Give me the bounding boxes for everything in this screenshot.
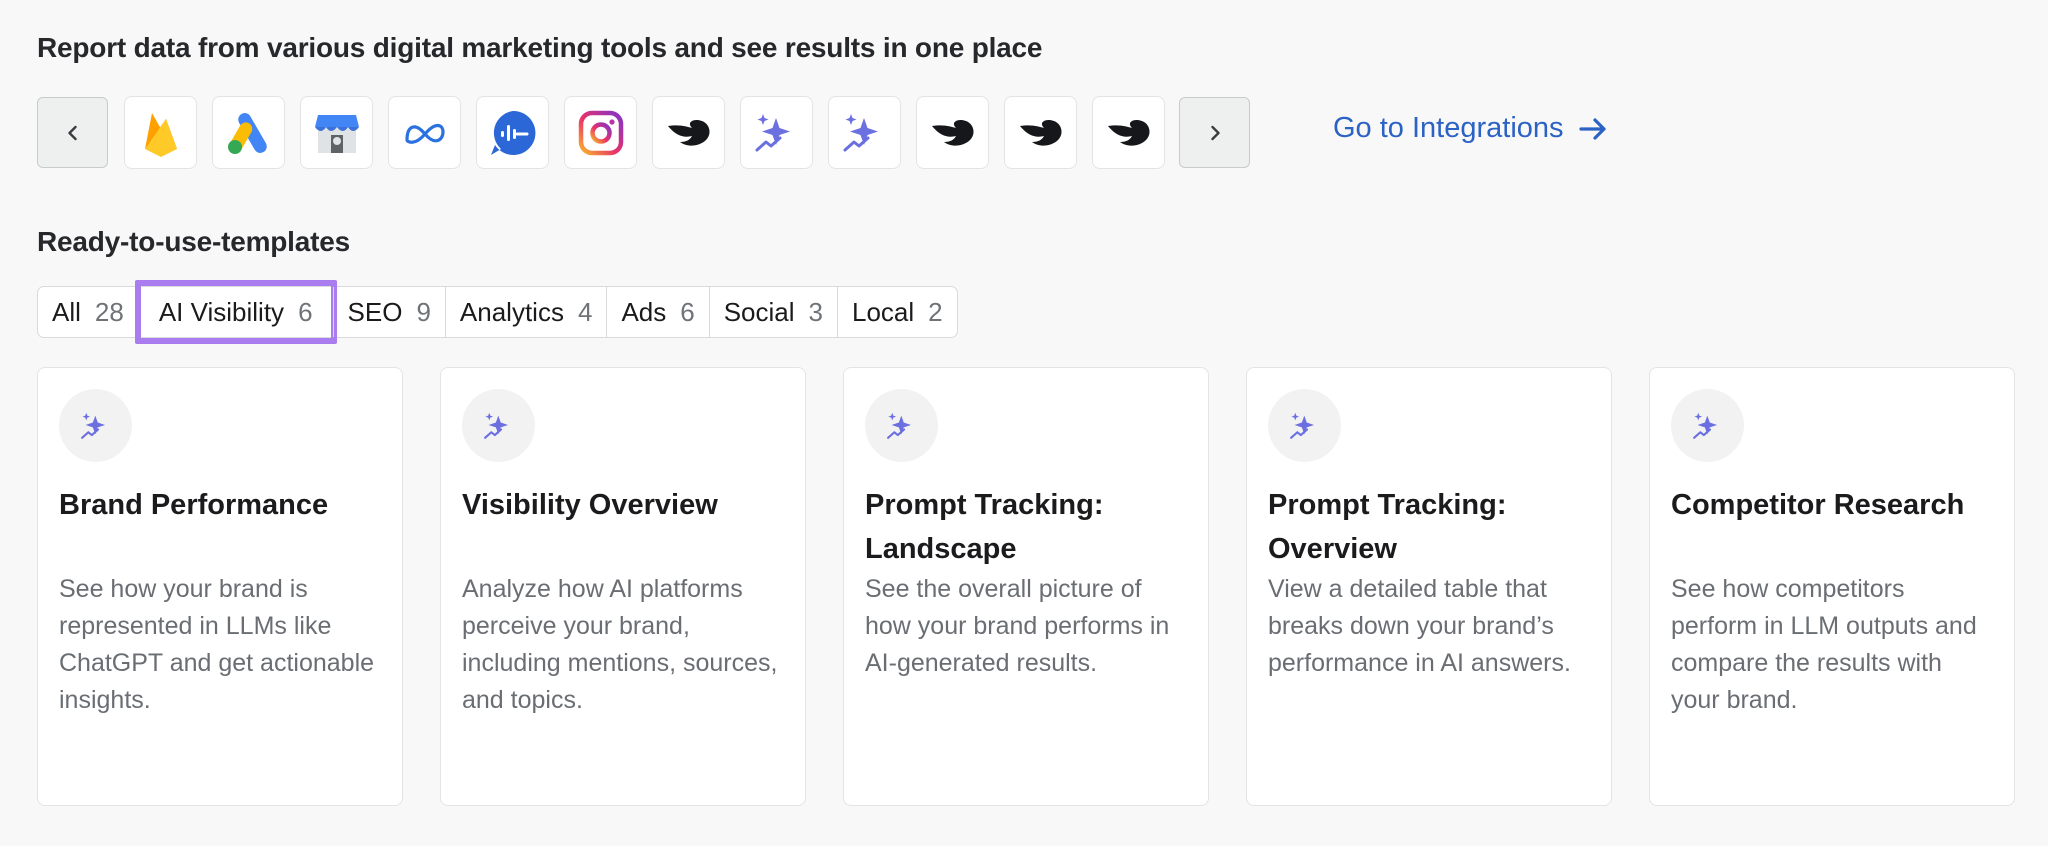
integration-tile-semrush[interactable] (1092, 96, 1165, 169)
template-card[interactable]: Brand Performance See how your brand is … (37, 367, 403, 806)
card-description: See how competitors perform in LLM outpu… (1671, 575, 1977, 714)
semrush-icon (667, 119, 709, 146)
firebase-icon (144, 112, 177, 157)
filter-tab-label: Ads (621, 296, 667, 327)
card-title: Prompt Tracking: Overview (1268, 489, 1507, 565)
semrush-icon (931, 119, 973, 146)
filter-tab-count: 4 (577, 296, 593, 327)
templates-heading: Ready-to-use-templates (37, 226, 351, 257)
sparkle-icon (483, 412, 508, 439)
sparkle-icon (843, 113, 878, 151)
card-description: View a detailed table that breaks down y… (1268, 575, 1571, 677)
card-title: Visibility Overview (462, 489, 718, 521)
card-description: See the overall picture of how your bran… (865, 575, 1170, 677)
integration-tile-meta[interactable] (388, 96, 461, 169)
integrations-heading: Report data from various digital marketi… (37, 32, 1043, 63)
filter-tab-count: 2 (928, 296, 943, 327)
filter-tab-seo[interactable]: SEO 9 (332, 287, 445, 337)
integration-tile-google-business[interactable] (300, 96, 373, 169)
filter-tab-label: Social (723, 296, 795, 327)
card-title: Competitor Research (1671, 489, 1965, 521)
integration-tile-firebase[interactable] (124, 96, 197, 169)
filter-tab-label: All (52, 296, 81, 327)
go-to-integrations-link[interactable]: Go to Integrations (1333, 112, 1608, 145)
integration-tile-sparkle[interactable] (740, 96, 813, 169)
chevron-right-icon (1210, 125, 1220, 140)
filter-tab-count: 6 (680, 296, 695, 327)
integration-tile-ai-chat[interactable] (476, 96, 549, 169)
filter-tab-all[interactable]: All 28 (38, 287, 138, 337)
filter-tab-ai-visibility[interactable]: AI Visibility 6 (134, 280, 337, 344)
card-description: Analyze how AI platforms perceive your b… (462, 575, 778, 714)
template-cards: Brand Performance See how your brand is … (37, 367, 2015, 806)
filter-tab-label: Local (852, 296, 915, 327)
semrush-icon (1019, 119, 1061, 146)
filter-tab-social[interactable]: Social 3 (708, 287, 837, 337)
integrations-carousel (37, 96, 1250, 169)
ai-chat-icon (490, 110, 535, 155)
integration-tile-semrush[interactable] (916, 96, 989, 169)
card-title: Prompt Tracking: Landscape (865, 489, 1104, 565)
filter-tab-analytics[interactable]: Analytics 4 (444, 287, 607, 337)
filter-tab-ads[interactable]: Ads 6 (606, 287, 708, 337)
template-filter-tabs: All 28 AI Visibility 6 SEO 9 Analytics 4… (37, 280, 958, 344)
template-card[interactable]: Visibility Overview Analyze how AI platf… (440, 367, 806, 806)
semrush-icon (1107, 119, 1149, 146)
integration-tile-semrush[interactable] (1004, 96, 1077, 169)
filter-tab-label: AI Visibility (158, 296, 285, 327)
card-icon-container (59, 389, 132, 462)
sparkle-icon (80, 412, 105, 439)
card-icon-container (462, 389, 535, 462)
template-card[interactable]: Prompt Tracking: Landscape See the overa… (843, 367, 1209, 806)
google-ads-icon (227, 112, 267, 154)
chevron-left-icon (67, 125, 77, 140)
card-title: Brand Performance (59, 489, 329, 521)
sparkle-icon (755, 113, 790, 151)
card-icon-container (1268, 389, 1341, 462)
filter-tab-count: 28 (94, 296, 124, 327)
meta-icon (404, 123, 445, 144)
carousel-next-button[interactable] (1179, 97, 1250, 168)
card-icon-container (1671, 389, 1744, 462)
filter-tab-label: SEO (347, 296, 403, 327)
card-icon-container (865, 389, 938, 462)
card-description: See how your brand is represented in LLM… (59, 575, 375, 714)
filter-tab-local[interactable]: Local 2 (837, 287, 957, 337)
sparkle-icon (886, 412, 911, 439)
integration-tile-sparkle[interactable] (828, 96, 901, 169)
integration-tile-semrush[interactable] (652, 96, 725, 169)
template-card[interactable]: Competitor Research See how competitors … (1649, 367, 2015, 806)
carousel-prev-button[interactable] (37, 97, 108, 168)
go-to-integrations-label: Go to Integrations (1333, 112, 1564, 144)
filter-tab-count: 6 (298, 296, 313, 327)
sparkle-icon (1692, 412, 1717, 439)
google-business-icon (314, 114, 359, 153)
filter-tab-count: 9 (416, 296, 431, 327)
template-card[interactable]: Prompt Tracking: Overview View a detaile… (1246, 367, 1612, 806)
integration-tile-instagram[interactable] (564, 96, 637, 169)
filter-tab-count: 3 (808, 296, 824, 327)
integration-tile-google-ads[interactable] (212, 96, 285, 169)
filter-tab-label: Analytics (459, 296, 564, 327)
arrow-right-icon (1578, 117, 1606, 140)
instagram-icon (578, 110, 623, 155)
sparkle-icon (1289, 412, 1314, 439)
